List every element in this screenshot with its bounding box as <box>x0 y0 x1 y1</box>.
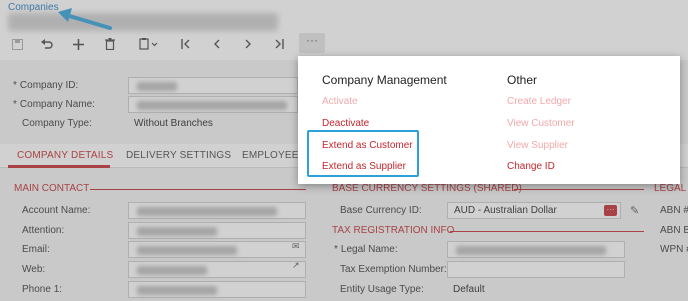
entity-usage-value[interactable]: Default <box>453 284 485 295</box>
menu-heading-company-management: Company Management <box>322 73 447 87</box>
web-label: Web: <box>22 264 46 275</box>
menu-item-view-supplier: View Supplier <box>507 140 568 151</box>
web-field[interactable] <box>128 261 306 278</box>
base-currency-field[interactable]: AUD - Australian Dollar ··· <box>447 202 621 219</box>
trash-icon[interactable] <box>99 34 121 54</box>
external-link-icon[interactable]: ↗ <box>292 260 300 271</box>
company-name-label: * Company Name: <box>13 99 95 110</box>
breadcrumb-companies[interactable]: Companies <box>8 2 59 13</box>
attention-field[interactable] <box>128 222 306 239</box>
company-id-label: * Company ID: <box>13 80 79 91</box>
legal-name-field[interactable] <box>447 241 625 258</box>
account-name-field[interactable] <box>128 202 306 219</box>
section-divider <box>514 189 644 190</box>
first-record-icon[interactable] <box>175 34 197 54</box>
attention-label: Attention: <box>22 225 65 236</box>
tax-exemption-label: Tax Exemption Number: <box>340 264 447 275</box>
email-label: Email: <box>22 244 50 255</box>
previous-record-icon[interactable] <box>206 34 228 54</box>
more-actions-button[interactable]: ··· <box>299 33 325 53</box>
page-title-redacted <box>8 13 278 31</box>
lookup-icon[interactable]: ··· <box>604 205 617 216</box>
menu-item-view-customer: View Customer <box>507 118 575 129</box>
company-type-value[interactable]: Without Branches <box>134 118 213 129</box>
next-record-icon[interactable] <box>237 34 259 54</box>
add-icon[interactable] <box>67 34 89 54</box>
tab-employees[interactable]: EMPLOYEES <box>242 150 306 161</box>
entity-usage-label: Entity Usage Type: <box>340 284 424 295</box>
company-id-field[interactable] <box>128 77 298 94</box>
legal-name-label: * Legal Name: <box>334 244 398 255</box>
active-tab-indicator <box>8 165 110 168</box>
toolbar <box>0 34 688 54</box>
menu-item-create-ledger: Create Ledger <box>507 96 571 107</box>
tab-company-details[interactable]: COMPANY DETAILS <box>17 150 113 161</box>
tax-exemption-field[interactable] <box>447 261 625 278</box>
base-currency-title: BASE CURRENCY SETTINGS (SHARED) <box>332 183 522 194</box>
menu-item-activate: Activate <box>322 96 358 107</box>
undo-icon[interactable] <box>36 34 58 54</box>
save-icon[interactable] <box>6 34 28 54</box>
menu-item-change-id[interactable]: Change ID <box>507 161 555 172</box>
base-currency-value: AUD - Australian Dollar <box>454 205 557 216</box>
tab-delivery-settings[interactable]: DELIVERY SETTINGS <box>126 150 231 161</box>
copy-paste-icon[interactable] <box>133 34 165 54</box>
tax-registration-title: TAX REGISTRATION INFO <box>332 225 455 236</box>
abn-branch-label: ABN B <box>660 225 688 236</box>
annotation-highlight-box <box>307 130 419 177</box>
legal-info-title: LEGAL I <box>654 183 688 194</box>
section-divider <box>90 189 306 190</box>
annotation-arrow-icon <box>58 8 112 30</box>
menu-item-deactivate[interactable]: Deactivate <box>322 118 369 129</box>
mail-icon[interactable]: ✉ <box>292 241 300 252</box>
company-type-label: Company Type: <box>22 118 92 129</box>
main-contact-title: MAIN CONTACT <box>14 183 90 194</box>
section-divider <box>450 231 644 232</box>
phone-label: Phone 1: <box>22 284 63 295</box>
last-record-icon[interactable] <box>268 34 290 54</box>
phone-field[interactable] <box>128 281 306 298</box>
company-name-field[interactable] <box>128 96 298 113</box>
edit-pencil-icon[interactable]: ✎ <box>630 204 639 217</box>
account-name-label: Account Name: <box>22 205 91 216</box>
email-field[interactable] <box>128 241 306 258</box>
menu-heading-other: Other <box>507 73 538 87</box>
base-currency-label: Base Currency ID: <box>340 205 422 216</box>
abn-label: ABN # <box>660 205 688 216</box>
wpn-label: WPN # <box>660 244 688 255</box>
